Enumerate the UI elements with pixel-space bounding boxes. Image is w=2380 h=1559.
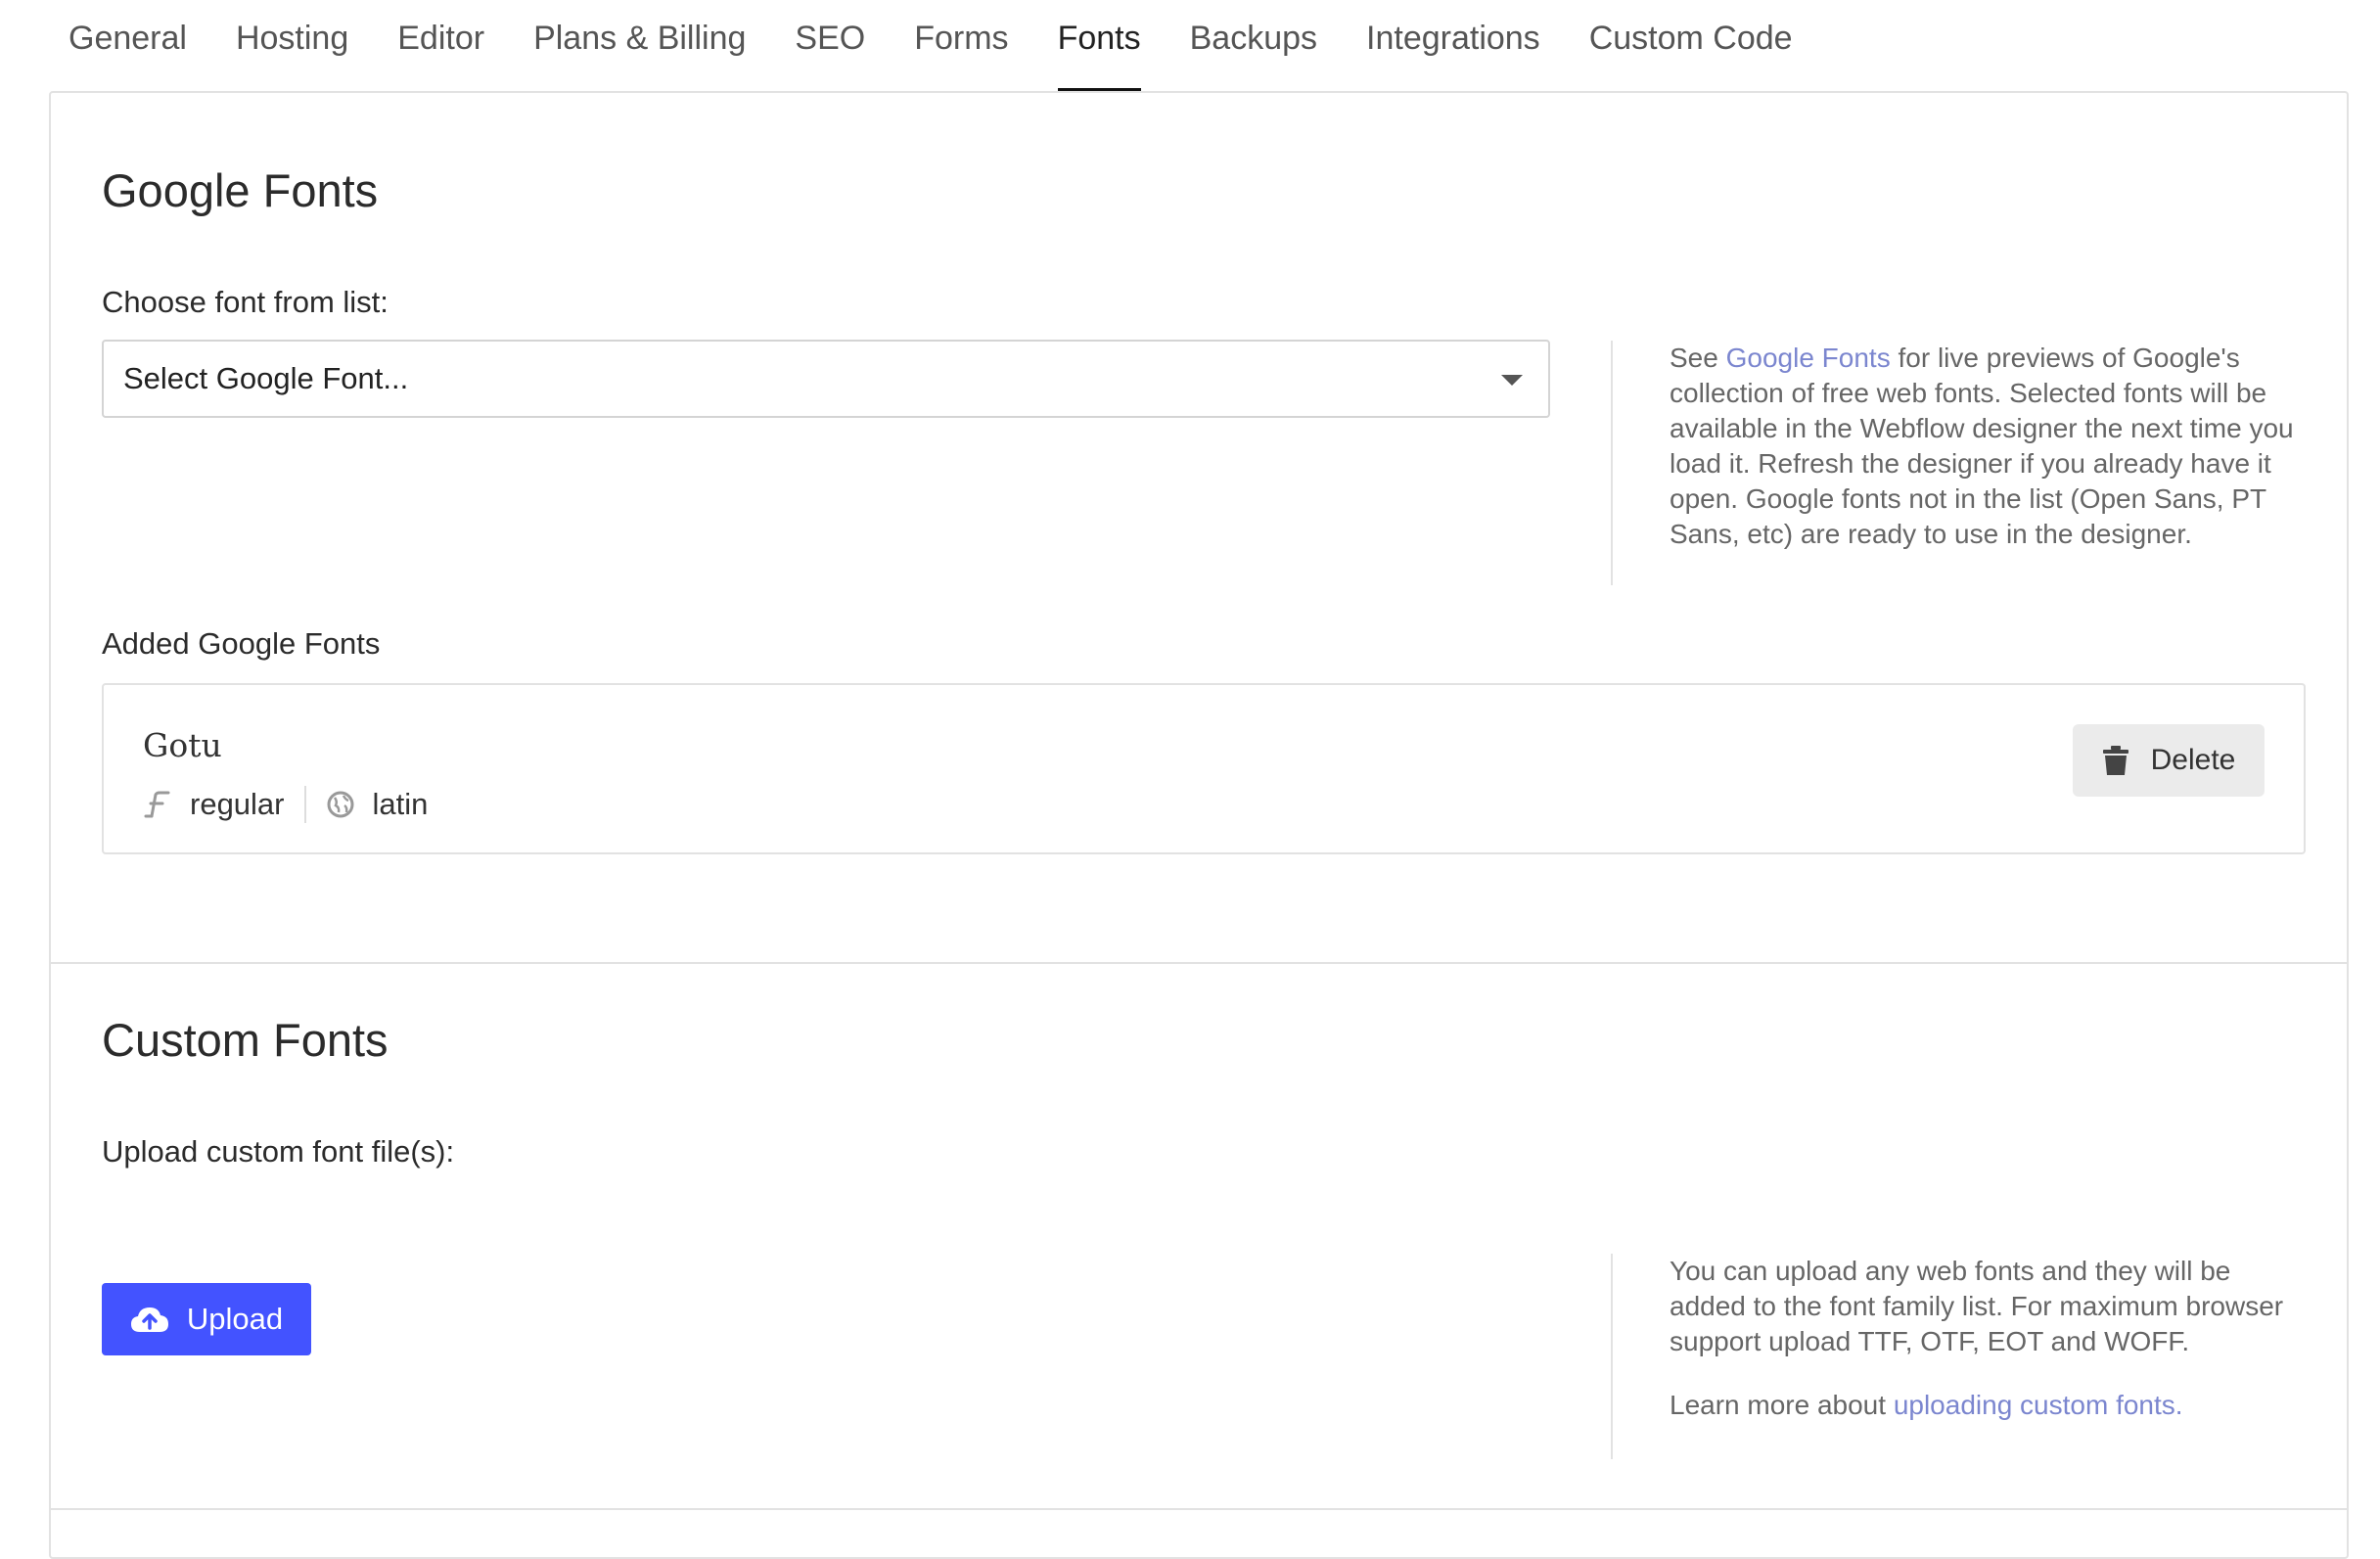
custom-fonts-title: Custom Fonts (102, 1014, 389, 1066)
font-name: Gotu (143, 726, 222, 764)
custom-fonts-help: You can upload any web fonts and they wi… (1611, 1254, 2296, 1459)
learn-more-text: Learn more about uploading custom fonts. (1670, 1388, 2296, 1423)
added-google-fonts-label: Added Google Fonts (102, 626, 381, 661)
font-subset: latin (372, 787, 429, 821)
choose-font-label: Choose font from list: (102, 285, 389, 319)
google-fonts-link[interactable]: Google Fonts (1726, 343, 1891, 373)
tab-editor[interactable]: Editor (397, 0, 484, 92)
font-meta: regular latin (143, 786, 428, 823)
help-suffix: for live previews of Google's collection… (1670, 343, 2294, 549)
added-font-item: Gotu regular latin Delete (102, 683, 2306, 854)
meta-divider (303, 786, 306, 823)
font-weight: regular (190, 787, 285, 821)
tab-fonts[interactable]: Fonts (1057, 0, 1141, 92)
tab-hosting[interactable]: Hosting (236, 0, 348, 92)
tab-backups[interactable]: Backups (1190, 0, 1317, 92)
upload-label: Upload (186, 1302, 284, 1336)
google-fonts-section: Google Fonts Choose font from list: Sele… (51, 93, 2347, 964)
chevron-down-icon (1501, 375, 1523, 386)
google-fonts-title: Google Fonts (102, 164, 379, 216)
settings-tabs: General Hosting Editor Plans & Billing S… (69, 0, 1842, 92)
upload-font-label: Upload custom font file(s): (102, 1134, 455, 1169)
trash-icon (2102, 746, 2128, 775)
google-font-select-value: Select Google Font... (123, 361, 409, 395)
tab-integrations[interactable]: Integrations (1366, 0, 1540, 92)
font-weight-icon (143, 790, 172, 819)
tab-general[interactable]: General (69, 0, 187, 92)
tab-custom-code[interactable]: Custom Code (1589, 0, 1793, 92)
delete-label: Delete (2150, 744, 2236, 776)
google-fonts-help-text: See Google Fonts for live previews of Go… (1670, 341, 2296, 552)
upload-button[interactable]: Upload (102, 1283, 311, 1355)
google-fonts-help: See Google Fonts for live previews of Go… (1611, 341, 2296, 585)
help-prefix: See (1670, 343, 1726, 373)
tab-plans-billing[interactable]: Plans & Billing (533, 0, 746, 92)
tab-seo[interactable]: SEO (795, 0, 865, 92)
google-font-select[interactable]: Select Google Font... (102, 340, 1550, 418)
custom-fonts-section: Custom Fonts Upload custom font file(s):… (51, 964, 2347, 1510)
tab-forms[interactable]: Forms (914, 0, 1008, 92)
custom-fonts-help-text: You can upload any web fonts and they wi… (1670, 1256, 2284, 1356)
cloud-upload-icon (130, 1307, 168, 1332)
settings-card: Google Fonts Choose font from list: Sele… (49, 91, 2349, 1559)
delete-font-button[interactable]: Delete (2073, 724, 2265, 797)
globe-icon (326, 790, 355, 819)
learn-prefix: Learn more about (1670, 1390, 1894, 1420)
uploading-custom-fonts-link[interactable]: uploading custom fonts. (1894, 1390, 2183, 1420)
